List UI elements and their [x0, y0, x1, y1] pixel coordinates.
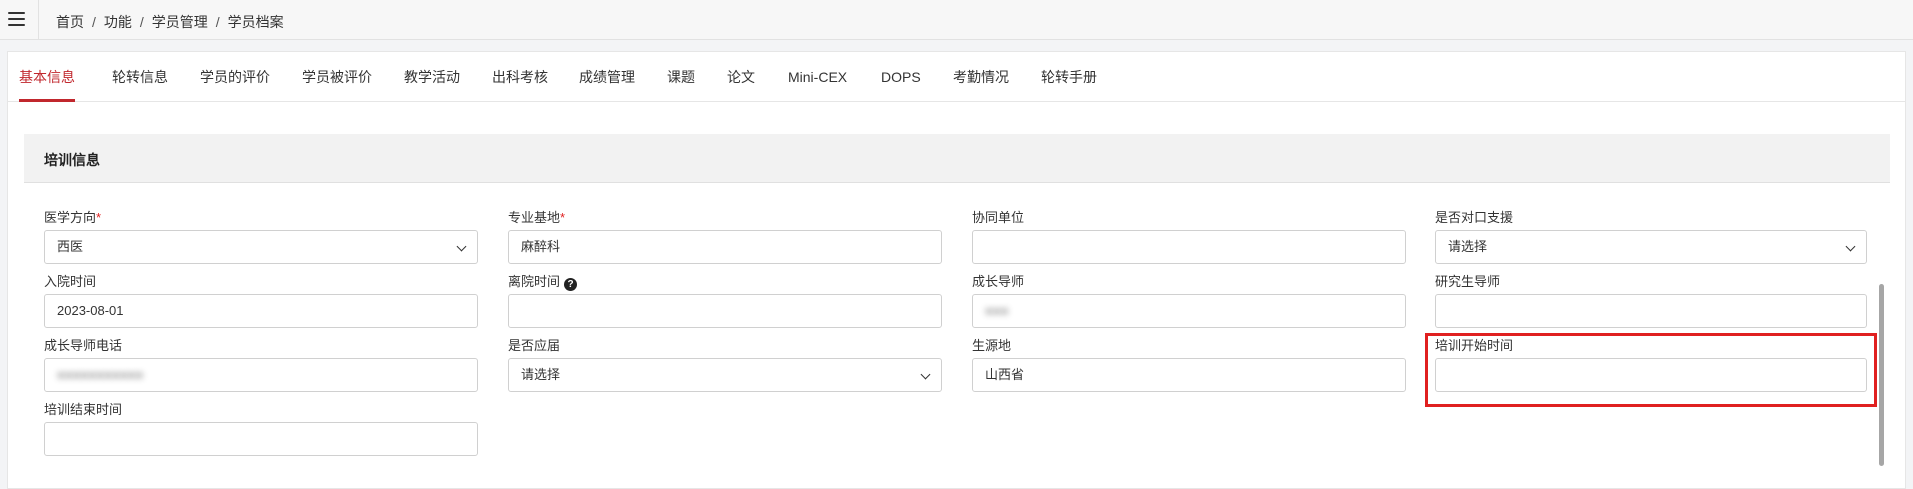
tab-dept-exam[interactable]: 出科考核 — [492, 52, 548, 102]
tab-student-evaluated[interactable]: 学员被评价 — [302, 52, 372, 102]
main-card: 基本信息 轮转信息 学员的评价 学员被评价 教学活动 出科考核 成绩管理 课题 … — [7, 51, 1906, 489]
mentor-phone-input[interactable]: ●●●●●●●●●●● — [44, 358, 478, 392]
grad-mentor-input[interactable] — [1435, 294, 1867, 328]
training-end-input[interactable] — [44, 422, 478, 456]
tab-attendance[interactable]: 考勤情况 — [953, 52, 1009, 102]
breadcrumb-home[interactable]: 首页 — [56, 14, 84, 30]
fresh-graduate-select[interactable]: 请选择 — [508, 358, 942, 392]
specialty-base-input[interactable]: 麻醉科 — [508, 230, 942, 264]
specialty-base-label: 专业基地* — [508, 210, 566, 225]
origin-input[interactable]: 山西省 — [972, 358, 1406, 392]
collab-unit-label: 协同单位 — [972, 210, 1025, 225]
tab-rotation-info[interactable]: 轮转信息 — [112, 52, 168, 102]
menu-icon[interactable] — [8, 12, 25, 26]
scrollbar-thumb[interactable] — [1879, 284, 1884, 466]
breadcrumb-function[interactable]: 功能 — [104, 14, 132, 30]
breadcrumb-student-archive: 学员档案 — [227, 14, 284, 30]
medical-direction-label: 医学方向* — [44, 210, 102, 225]
tab-grade-mgmt[interactable]: 成绩管理 — [579, 52, 635, 102]
tab-paper[interactable]: 论文 — [727, 52, 755, 102]
tab-dops[interactable]: DOPS — [881, 52, 921, 102]
medical-direction-select[interactable]: 西医 — [44, 230, 478, 264]
tab-student-evaluation[interactable]: 学员的评价 — [200, 52, 270, 102]
origin-label: 生源地 — [972, 338, 1012, 353]
admission-date-input[interactable]: 2023-08-01 — [44, 294, 478, 328]
tab-basic-info[interactable]: 基本信息 — [19, 52, 75, 102]
tab-rotation-manual[interactable]: 轮转手册 — [1041, 52, 1097, 102]
training-end-label: 培训结束时间 — [44, 402, 123, 417]
counterpart-support-select[interactable]: 请选择 — [1435, 230, 1867, 264]
breadcrumb-student-mgmt[interactable]: 学员管理 — [152, 14, 208, 30]
leave-date-input[interactable] — [508, 294, 942, 328]
admission-date-label: 入院时间 — [44, 274, 97, 289]
tab-teaching-activity[interactable]: 教学活动 — [404, 52, 460, 102]
mentor-phone-label: 成长导师电话 — [44, 338, 123, 353]
training-info-section: 培训信息 医学方向* 西医 专业基地* 麻醉科 协同单位 是否对口支援 请选择 … — [24, 134, 1890, 486]
collab-unit-input[interactable] — [972, 230, 1406, 264]
question-circle-icon[interactable]: ? — [564, 278, 578, 291]
section-header: 培训信息 — [24, 134, 1890, 183]
top-bar: 首页 / 功能 / 学员管理 / 学员档案 — [0, 0, 1913, 40]
breadcrumb: 首页 / 功能 / 学员管理 / 学员档案 — [56, 14, 284, 30]
section-title: 培训信息 — [44, 152, 100, 168]
tab-topic[interactable]: 课题 — [667, 52, 695, 102]
grad-mentor-label: 研究生导师 — [1435, 274, 1501, 289]
divider — [38, 0, 39, 40]
tab-mini-cex[interactable]: Mini-CEX — [788, 52, 847, 102]
tab-bar: 基本信息 轮转信息 学员的评价 学员被评价 教学活动 出科考核 成绩管理 课题 … — [8, 52, 1905, 102]
leave-date-label: 离院时间? — [508, 271, 578, 291]
fresh-graduate-label: 是否应届 — [508, 338, 561, 353]
highlight-box — [1425, 333, 1877, 407]
mentor-label: 成长导师 — [972, 274, 1025, 289]
counterpart-support-label: 是否对口支援 — [1435, 210, 1514, 225]
mentor-input[interactable]: ●●● — [972, 294, 1406, 328]
